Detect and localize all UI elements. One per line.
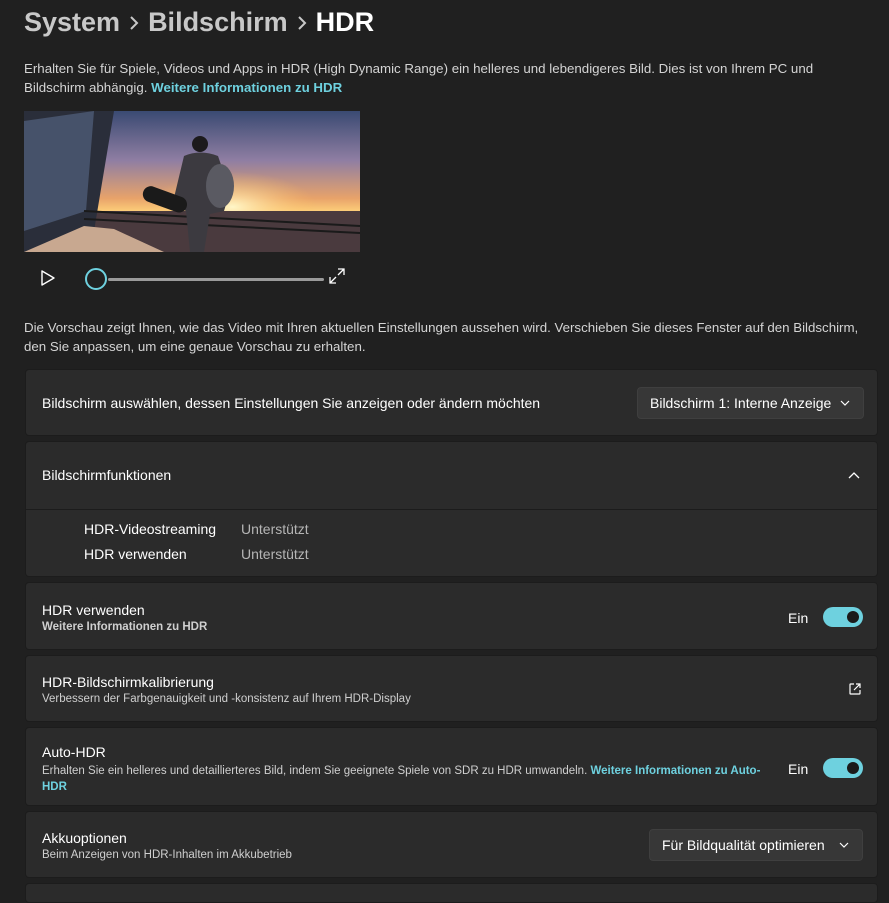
calibration-title: HDR-Bildschirmkalibrierung <box>42 674 214 690</box>
capabilities-header[interactable]: Bildschirmfunktionen <box>26 442 877 509</box>
capability-label: HDR verwenden <box>84 546 187 562</box>
toggle-knob <box>847 762 859 774</box>
open-external-icon[interactable] <box>848 682 862 696</box>
video-preview <box>24 111 360 252</box>
capabilities-title: Bildschirmfunktionen <box>42 467 172 483</box>
learn-more-hdr-link[interactable]: Weitere Informationen zu HDR <box>151 80 342 95</box>
capabilities-card: Bildschirmfunktionen HDR-Videostreaming … <box>25 441 878 577</box>
next-settings-card <box>25 883 878 903</box>
video-progress-track[interactable] <box>108 278 324 281</box>
divider <box>26 509 877 510</box>
play-button[interactable] <box>38 268 58 288</box>
capability-value: Unterstützt <box>241 521 309 537</box>
use-hdr-card: HDR verwenden Weitere Informationen zu H… <box>25 582 878 650</box>
calibration-subtitle: Verbessern der Farbgenauigkeit und -kons… <box>42 693 411 705</box>
intro-text: Erhalten Sie für Spiele, Videos und Apps… <box>24 60 869 97</box>
auto-hdr-toggle[interactable] <box>823 758 863 778</box>
breadcrumb-bildschirm[interactable]: Bildschirm <box>148 7 288 38</box>
chevron-right-icon <box>120 7 148 38</box>
battery-option-dropdown[interactable]: Für Bildqualität optimieren <box>649 829 863 861</box>
auto-hdr-title: Auto-HDR <box>42 744 106 760</box>
auto-hdr-card: Auto-HDR Erhalten Sie ein helleres und d… <box>25 727 878 806</box>
page-title: HDR <box>315 6 375 37</box>
battery-title: Akkuoptionen <box>42 830 127 846</box>
capability-label: HDR-Videostreaming <box>84 521 217 537</box>
display-select-value: Bildschirm 1: Interne Anzeige <box>650 395 832 411</box>
play-icon <box>41 270 55 286</box>
display-select-label: Bildschirm auswählen, dessen Einstellung… <box>42 395 541 411</box>
use-hdr-learn-more-link[interactable]: Weitere Informationen zu HDR <box>42 621 207 633</box>
hdr-calibration-card[interactable]: HDR-Bildschirmkalibrierung Verbessern de… <box>25 655 878 722</box>
breadcrumb-system[interactable]: System <box>24 7 120 38</box>
auto-hdr-state: Ein <box>788 761 809 777</box>
toggle-knob <box>847 611 859 623</box>
video-frame-image <box>24 111 360 252</box>
battery-option-value: Für Bildqualität optimieren <box>662 837 825 853</box>
display-select-card: Bildschirm auswählen, dessen Einstellung… <box>25 369 878 436</box>
intro-description: Erhalten Sie für Spiele, Videos und Apps… <box>24 61 814 95</box>
chevron-up-icon[interactable] <box>847 469 861 483</box>
use-hdr-title: HDR verwenden <box>42 602 145 618</box>
video-progress-thumb[interactable] <box>85 268 107 290</box>
auto-hdr-description: Erhalten Sie ein helleres und detaillier… <box>42 765 591 777</box>
use-hdr-state: Ein <box>788 610 809 626</box>
breadcrumb: System Bildschirm HDR <box>24 2 374 42</box>
preview-note: Die Vorschau zeigt Ihnen, wie das Video … <box>24 320 859 354</box>
fullscreen-button[interactable] <box>327 266 347 286</box>
expand-icon <box>329 268 345 284</box>
video-controls <box>24 262 360 298</box>
chevron-right-icon <box>288 7 316 38</box>
battery-subtitle: Beim Anzeigen von HDR-Inhalten im Akkube… <box>42 849 292 861</box>
auto-hdr-subtitle: Erhalten Sie ein helleres und detaillier… <box>42 763 762 795</box>
capability-value: Unterstützt <box>241 546 309 562</box>
use-hdr-toggle[interactable] <box>823 607 863 627</box>
display-select-dropdown[interactable]: Bildschirm 1: Interne Anzeige <box>637 387 864 419</box>
chevron-down-icon <box>839 842 849 848</box>
battery-options-card: Akkuoptionen Beim Anzeigen von HDR-Inhal… <box>25 811 878 878</box>
chevron-down-icon <box>840 400 850 406</box>
